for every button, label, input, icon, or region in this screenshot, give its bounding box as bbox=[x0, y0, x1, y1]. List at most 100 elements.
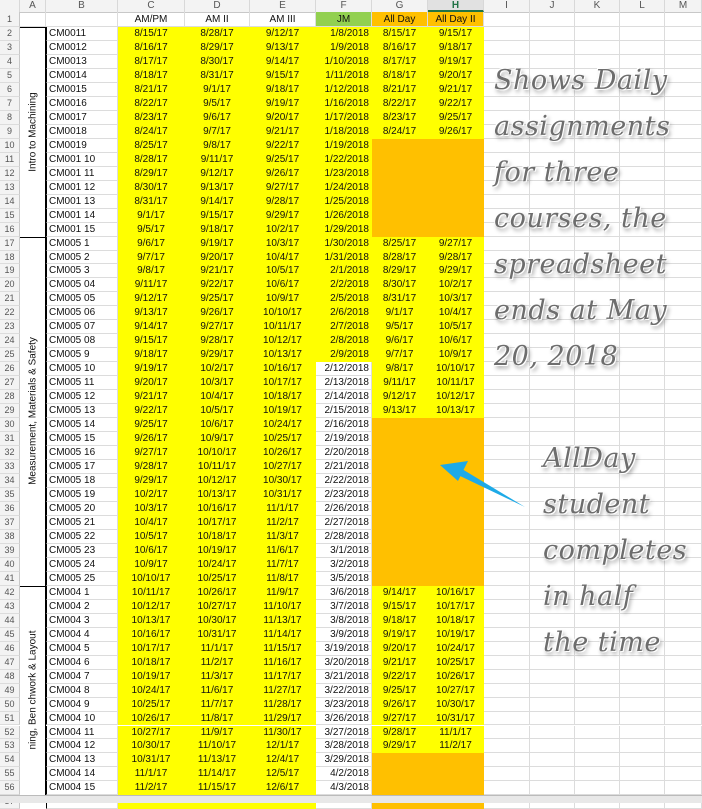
empty-cell[interactable] bbox=[620, 683, 665, 698]
date-cell-h[interactable]: 10/19/17 bbox=[428, 627, 484, 642]
date-cell-h[interactable]: 10/9/17 bbox=[428, 348, 484, 363]
assignment-id-cell[interactable]: CM005 20 bbox=[46, 501, 118, 516]
date-cell-g[interactable]: 9/12/17 bbox=[372, 390, 428, 405]
date-cell-d[interactable]: 11/15/17 bbox=[185, 781, 250, 796]
assignment-id-cell[interactable]: CM005 21 bbox=[46, 515, 118, 530]
row-number[interactable]: 41 bbox=[0, 571, 20, 586]
assignment-id-cell[interactable]: CM0014 bbox=[46, 68, 118, 83]
date-cell-d[interactable]: 10/24/17 bbox=[185, 557, 250, 572]
date-cell-c[interactable]: 9/1/17 bbox=[118, 208, 185, 223]
empty-cell[interactable] bbox=[665, 12, 702, 27]
date-cell-f[interactable]: 2/13/2018 bbox=[316, 376, 372, 391]
date-cell-c[interactable]: 10/5/17 bbox=[118, 529, 185, 544]
select-all-corner[interactable] bbox=[0, 0, 20, 12]
date-cell-f[interactable]: 2/20/2018 bbox=[316, 446, 372, 461]
date-cell-h[interactable] bbox=[428, 208, 484, 223]
date-cell-c[interactable]: 9/12/17 bbox=[118, 292, 185, 307]
date-cell-g[interactable] bbox=[372, 781, 428, 796]
assignment-id-cell[interactable]: CM004 4 bbox=[46, 627, 118, 642]
date-cell-c[interactable]: 8/21/17 bbox=[118, 82, 185, 97]
date-cell-g[interactable]: 9/6/17 bbox=[372, 334, 428, 349]
date-cell-g[interactable]: 8/22/17 bbox=[372, 96, 428, 111]
empty-cell[interactable] bbox=[575, 404, 620, 419]
date-cell-e[interactable]: 11/27/17 bbox=[250, 683, 316, 698]
date-cell-g[interactable]: 8/25/17 bbox=[372, 236, 428, 251]
empty-cell[interactable] bbox=[530, 739, 575, 754]
row-number[interactable]: 18 bbox=[0, 250, 20, 265]
date-cell-g[interactable]: 9/20/17 bbox=[372, 641, 428, 656]
date-cell-d[interactable]: 11/14/17 bbox=[185, 767, 250, 782]
date-cell-f[interactable]: 1/17/2018 bbox=[316, 110, 372, 125]
date-cell-d[interactable]: 10/31/17 bbox=[185, 627, 250, 642]
row-number[interactable]: 47 bbox=[0, 655, 20, 670]
date-cell-h[interactable]: 10/10/17 bbox=[428, 362, 484, 377]
date-cell-c[interactable]: 10/4/17 bbox=[118, 515, 185, 530]
empty-cell[interactable] bbox=[575, 711, 620, 726]
date-cell-g[interactable] bbox=[372, 460, 428, 475]
date-cell-h[interactable]: 9/25/17 bbox=[428, 110, 484, 125]
column-title-d[interactable]: AM II bbox=[185, 12, 250, 27]
date-cell-e[interactable]: 10/24/17 bbox=[250, 418, 316, 433]
date-cell-f[interactable]: 3/5/2018 bbox=[316, 571, 372, 586]
date-cell-f[interactable]: 3/21/2018 bbox=[316, 669, 372, 684]
date-cell-f[interactable]: 3/8/2018 bbox=[316, 613, 372, 628]
empty-cell[interactable] bbox=[665, 54, 702, 69]
empty-cell[interactable] bbox=[665, 753, 702, 768]
empty-cell[interactable] bbox=[665, 194, 702, 209]
column-title-c[interactable]: AM/PM bbox=[118, 12, 185, 27]
date-cell-d[interactable]: 10/5/17 bbox=[185, 404, 250, 419]
date-cell-d[interactable]: 9/27/17 bbox=[185, 320, 250, 335]
date-cell-g[interactable]: 9/15/17 bbox=[372, 599, 428, 614]
assignment-id-cell[interactable]: CM005 9 bbox=[46, 348, 118, 363]
row-number[interactable]: 4 bbox=[0, 54, 20, 69]
date-cell-h[interactable]: 10/17/17 bbox=[428, 599, 484, 614]
column-header-h[interactable]: H bbox=[428, 0, 484, 12]
date-cell-d[interactable]: 10/6/17 bbox=[185, 418, 250, 433]
date-cell-d[interactable]: 11/1/17 bbox=[185, 641, 250, 656]
date-cell-g[interactable] bbox=[372, 208, 428, 223]
date-cell-e[interactable]: 12/4/17 bbox=[250, 753, 316, 768]
row-number[interactable]: 55 bbox=[0, 767, 20, 782]
date-cell-h[interactable]: 10/31/17 bbox=[428, 711, 484, 726]
assignment-id-cell[interactable]: CM004 5 bbox=[46, 641, 118, 656]
assignment-id-cell[interactable]: CM005 22 bbox=[46, 529, 118, 544]
date-cell-d[interactable]: 10/10/17 bbox=[185, 446, 250, 461]
date-cell-e[interactable]: 11/6/17 bbox=[250, 543, 316, 558]
date-cell-f[interactable]: 3/1/2018 bbox=[316, 543, 372, 558]
assignment-id-cell[interactable]: CM0016 bbox=[46, 96, 118, 111]
empty-cell[interactable] bbox=[484, 418, 530, 433]
date-cell-d[interactable]: 9/12/17 bbox=[185, 166, 250, 181]
empty-cell[interactable] bbox=[665, 669, 702, 684]
date-cell-h[interactable]: 9/19/17 bbox=[428, 54, 484, 69]
empty-cell[interactable] bbox=[484, 557, 530, 572]
date-cell-d[interactable]: 9/13/17 bbox=[185, 180, 250, 195]
date-cell-d[interactable]: 10/17/17 bbox=[185, 515, 250, 530]
column-header-f[interactable]: F bbox=[316, 0, 372, 12]
empty-cell[interactable] bbox=[575, 725, 620, 740]
date-cell-c[interactable]: 8/30/17 bbox=[118, 180, 185, 195]
date-cell-e[interactable]: 11/3/17 bbox=[250, 529, 316, 544]
date-cell-c[interactable]: 9/5/17 bbox=[118, 222, 185, 237]
assignment-id-cell[interactable]: CM004 1 bbox=[46, 585, 118, 600]
date-cell-c[interactable]: 8/24/17 bbox=[118, 124, 185, 139]
date-cell-c[interactable]: 10/19/17 bbox=[118, 669, 185, 684]
date-cell-c[interactable]: 9/21/17 bbox=[118, 390, 185, 405]
date-cell-f[interactable]: 2/21/2018 bbox=[316, 460, 372, 475]
date-cell-e[interactable]: 11/8/17 bbox=[250, 571, 316, 586]
assignment-id-cell[interactable]: CM001 14 bbox=[46, 208, 118, 223]
date-cell-c[interactable]: 10/2/17 bbox=[118, 488, 185, 502]
date-cell-h[interactable]: 10/6/17 bbox=[428, 334, 484, 349]
date-cell-d[interactable]: 8/28/17 bbox=[185, 27, 250, 41]
row-number[interactable]: 50 bbox=[0, 697, 20, 712]
date-cell-f[interactable]: 2/12/2018 bbox=[316, 362, 372, 377]
date-cell-f[interactable]: 1/19/2018 bbox=[316, 138, 372, 153]
date-cell-c[interactable]: 9/18/17 bbox=[118, 348, 185, 363]
date-cell-e[interactable]: 9/13/17 bbox=[250, 40, 316, 55]
date-cell-c[interactable]: 9/26/17 bbox=[118, 432, 185, 447]
date-cell-h[interactable]: 10/11/17 bbox=[428, 376, 484, 391]
row-number[interactable]: 26 bbox=[0, 362, 20, 377]
date-cell-g[interactable] bbox=[372, 194, 428, 209]
row-number[interactable]: 36 bbox=[0, 501, 20, 516]
empty-cell[interactable] bbox=[665, 418, 702, 433]
date-cell-e[interactable]: 9/28/17 bbox=[250, 194, 316, 209]
